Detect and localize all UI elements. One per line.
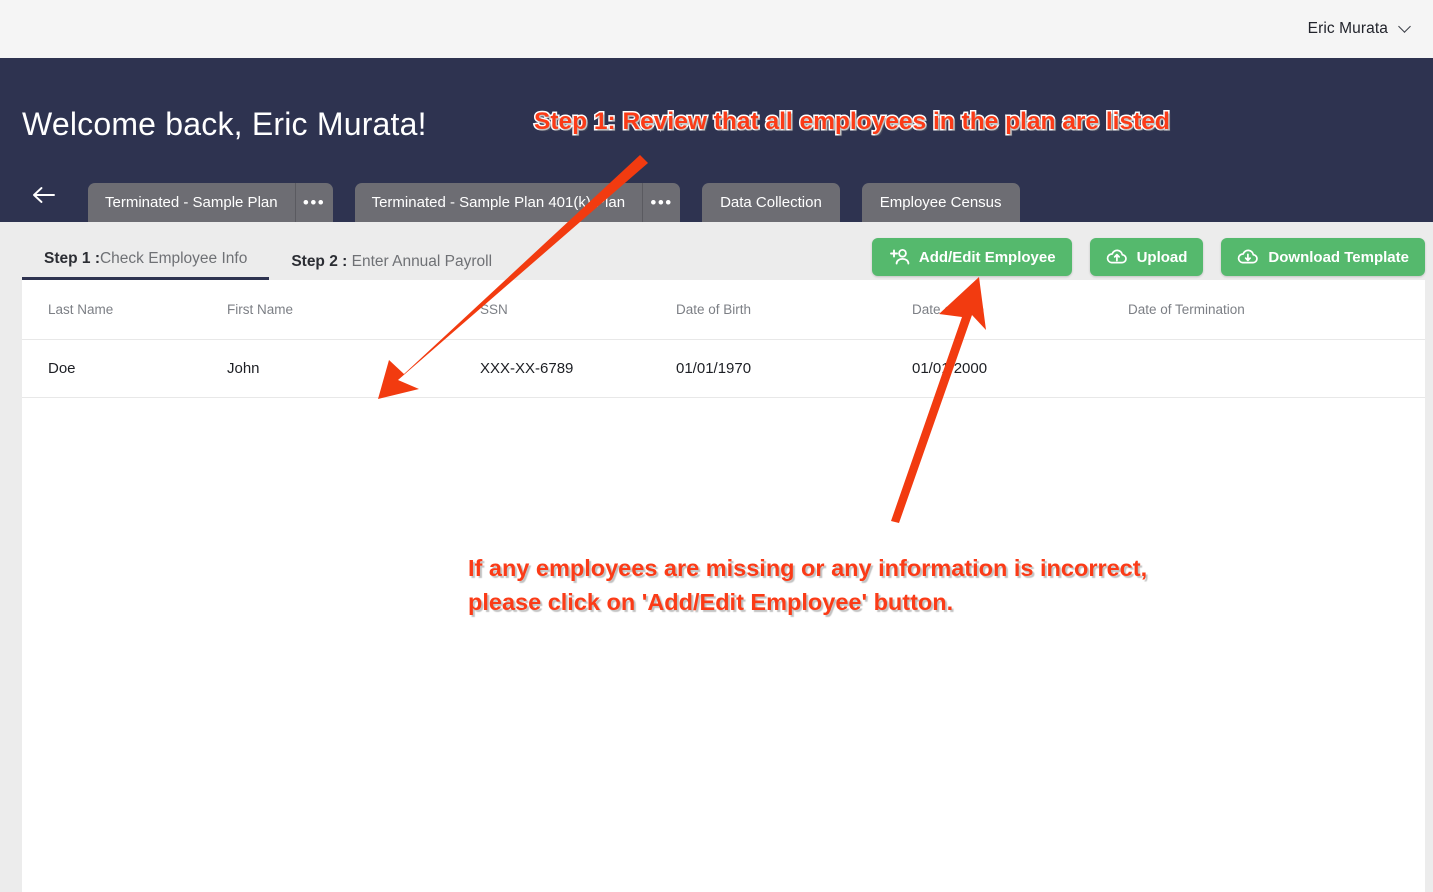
cell-ssn: XXX-XX-6789 [480,339,676,398]
tab-step-1-label: Check Employee Info [99,250,248,267]
plan-tab-0[interactable]: Terminated - Sample Plan ••• [88,183,333,222]
column-ssn: SSN [480,280,676,340]
content-area: Add/Edit Employee Upload Download Templa… [0,222,1433,892]
table-row[interactable]: Doe John XXX-XX-6789 01/01/1970 01/01/20… [22,339,1425,398]
plan-tab-menu-button[interactable]: ••• [642,183,680,222]
cell-last-name: Doe [22,339,227,398]
chevron-down-icon[interactable] [1400,22,1411,33]
plan-tab-label: Terminated - Sample Plan [105,194,278,211]
tab-step-2-label: Enter Annual Payroll [351,253,493,270]
cell-first-name: John [227,339,480,398]
table-body: Doe John XXX-XX-6789 01/01/1970 01/01/20… [22,339,1425,398]
cloud-download-icon [1237,248,1259,266]
arrow-left-icon [32,186,56,204]
action-button-bar: Add/Edit Employee Upload Download Templa… [871,238,1425,276]
plan-tab-strip: Terminated - Sample Plan ••• Terminated … [0,178,1433,222]
user-name: Eric Murata [1307,20,1388,37]
column-last-name: Last Name [22,280,227,340]
app-root: Eric Murata Welcome back, Eric Murata! T… [0,0,1433,892]
download-template-button[interactable]: Download Template [1221,238,1425,276]
plan-tab-label: Terminated - Sample Plan 401(k) Plan [371,194,626,211]
tab-step-2-strong: Step 2 : [291,253,352,270]
upload-button[interactable]: Upload [1089,238,1204,276]
cloud-upload-icon [1106,248,1128,266]
column-date-of-termination: Date of Termination [1128,280,1425,340]
plan-tab-1[interactable]: Terminated - Sample Plan 401(k) Plan ••• [354,183,681,222]
upload-label: Upload [1136,248,1188,266]
table-header: Last Name First Name SSN Date of Birth D… [22,280,1425,340]
hero-header: Welcome back, Eric Murata! Terminated - … [0,58,1433,222]
add-edit-employee-label: Add/Edit Employee [918,248,1056,266]
column-date-of-birth: Date of Birth [676,280,912,340]
add-edit-employee-button[interactable]: Add/Edit Employee [871,238,1072,276]
cell-date-of-hire: 01/01/2000 [912,339,1128,398]
cell-date-of-termination [1128,339,1425,398]
tab-employee-census[interactable]: Employee Census [861,183,1020,222]
column-date-of-hire: Date of Hire [912,280,1128,340]
tab-step-1-strong: Step 1 : [44,250,100,267]
user-menu[interactable]: Eric Murata [1308,20,1433,38]
tab-step-1[interactable]: Step 1 :Check Employee Info [22,250,270,280]
download-template-label: Download Template [1268,248,1409,266]
table-header-row: Last Name First Name SSN Date of Birth D… [22,280,1425,340]
step-tabs: Step 1 :Check Employee Info Step 2 : Ent… [22,245,514,280]
plan-tab-menu-button[interactable]: ••• [294,183,333,222]
tab-data-collection[interactable]: Data Collection [702,183,840,222]
back-arrow-button[interactable] [22,178,66,222]
tab-step-2[interactable]: Step 2 : Enter Annual Payroll [269,253,514,280]
column-first-name: First Name [227,280,480,340]
top-bar: Eric Murata [0,0,1433,58]
cell-date-of-birth: 01/01/1970 [676,339,912,398]
page-title: Welcome back, Eric Murata! [22,106,427,142]
person-add-icon [888,248,910,266]
employee-census-table: Last Name First Name SSN Date of Birth D… [22,280,1425,398]
census-card: Step 1 :Check Employee Info Step 2 : Ent… [22,250,1425,892]
